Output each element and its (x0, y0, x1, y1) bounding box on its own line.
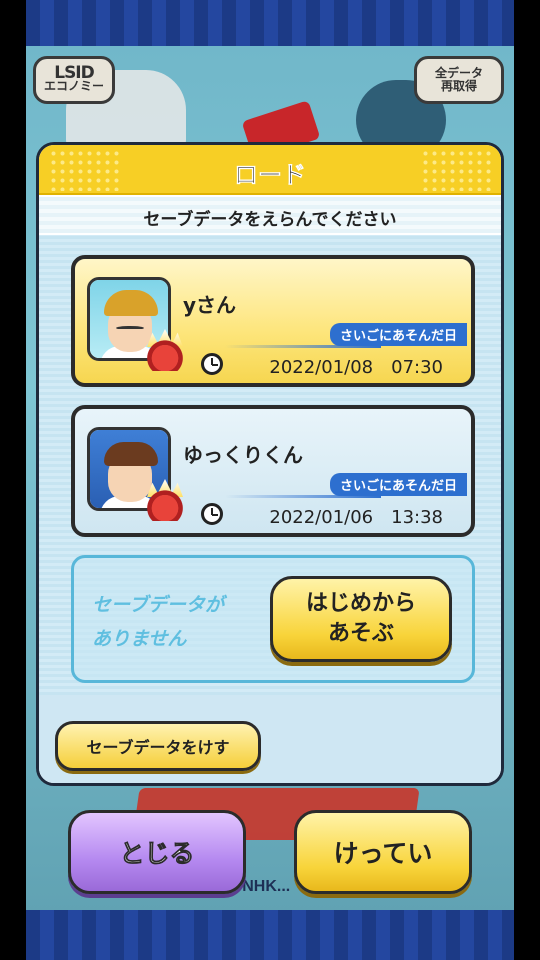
start-new-game-button[interactable]: はじめから あそぶ (270, 576, 452, 662)
last-played-label: さいごにあそんだ日 (329, 473, 467, 496)
slot-player-name: ゆっくりくん (183, 443, 303, 467)
medal-icon (143, 339, 187, 371)
hair (104, 442, 158, 466)
dialog-subtitle: セーブデータをえらんでください (143, 210, 397, 230)
refetch-line2: 再取得 (440, 79, 477, 93)
top-band (26, 0, 514, 46)
slot-datetime: 2022/01/06 13:38 (269, 507, 443, 528)
economy-label: エコノミー (43, 79, 104, 93)
refetch-all-data-button[interactable]: 全データ 再取得 (414, 56, 504, 104)
close-button[interactable]: とじる (68, 810, 246, 894)
no-save-data-message: セーブデータが ありません (92, 594, 224, 650)
save-slot-2[interactable]: ゆっくりくん さいごにあそんだ日 2022/01/06 13:38 (71, 405, 475, 537)
delete-save-data-button[interactable]: セーブデータをけす (55, 721, 261, 771)
clock-icon (201, 503, 223, 525)
bottom-band (26, 910, 514, 960)
last-played-label: さいごにあそんだ日 (329, 323, 467, 346)
economy-button[interactable]: LSID エコノミー (33, 56, 115, 104)
slot-datetime: 2022/01/08 07:30 (269, 357, 443, 378)
slot-player-name: yさん (183, 293, 237, 317)
confirm-button[interactable]: けってい (294, 810, 472, 894)
save-slot-1[interactable]: yさん さいごにあそんだ日 2022/01/08 07:30 (71, 255, 475, 387)
medal-icon (143, 489, 187, 521)
dialog-title: ロード (234, 161, 307, 190)
load-dialog: ロード セーブデータをえらんでください yさん さいごにあそんだ日 2022/0… (36, 142, 504, 786)
game-screen: © NHK... LSID エコノミー 全データ 再取得 ロード セーブデータを… (0, 0, 540, 960)
empty-save-slot: セーブデータが ありません はじめから あそぶ (71, 555, 475, 683)
clock-icon (201, 353, 223, 375)
